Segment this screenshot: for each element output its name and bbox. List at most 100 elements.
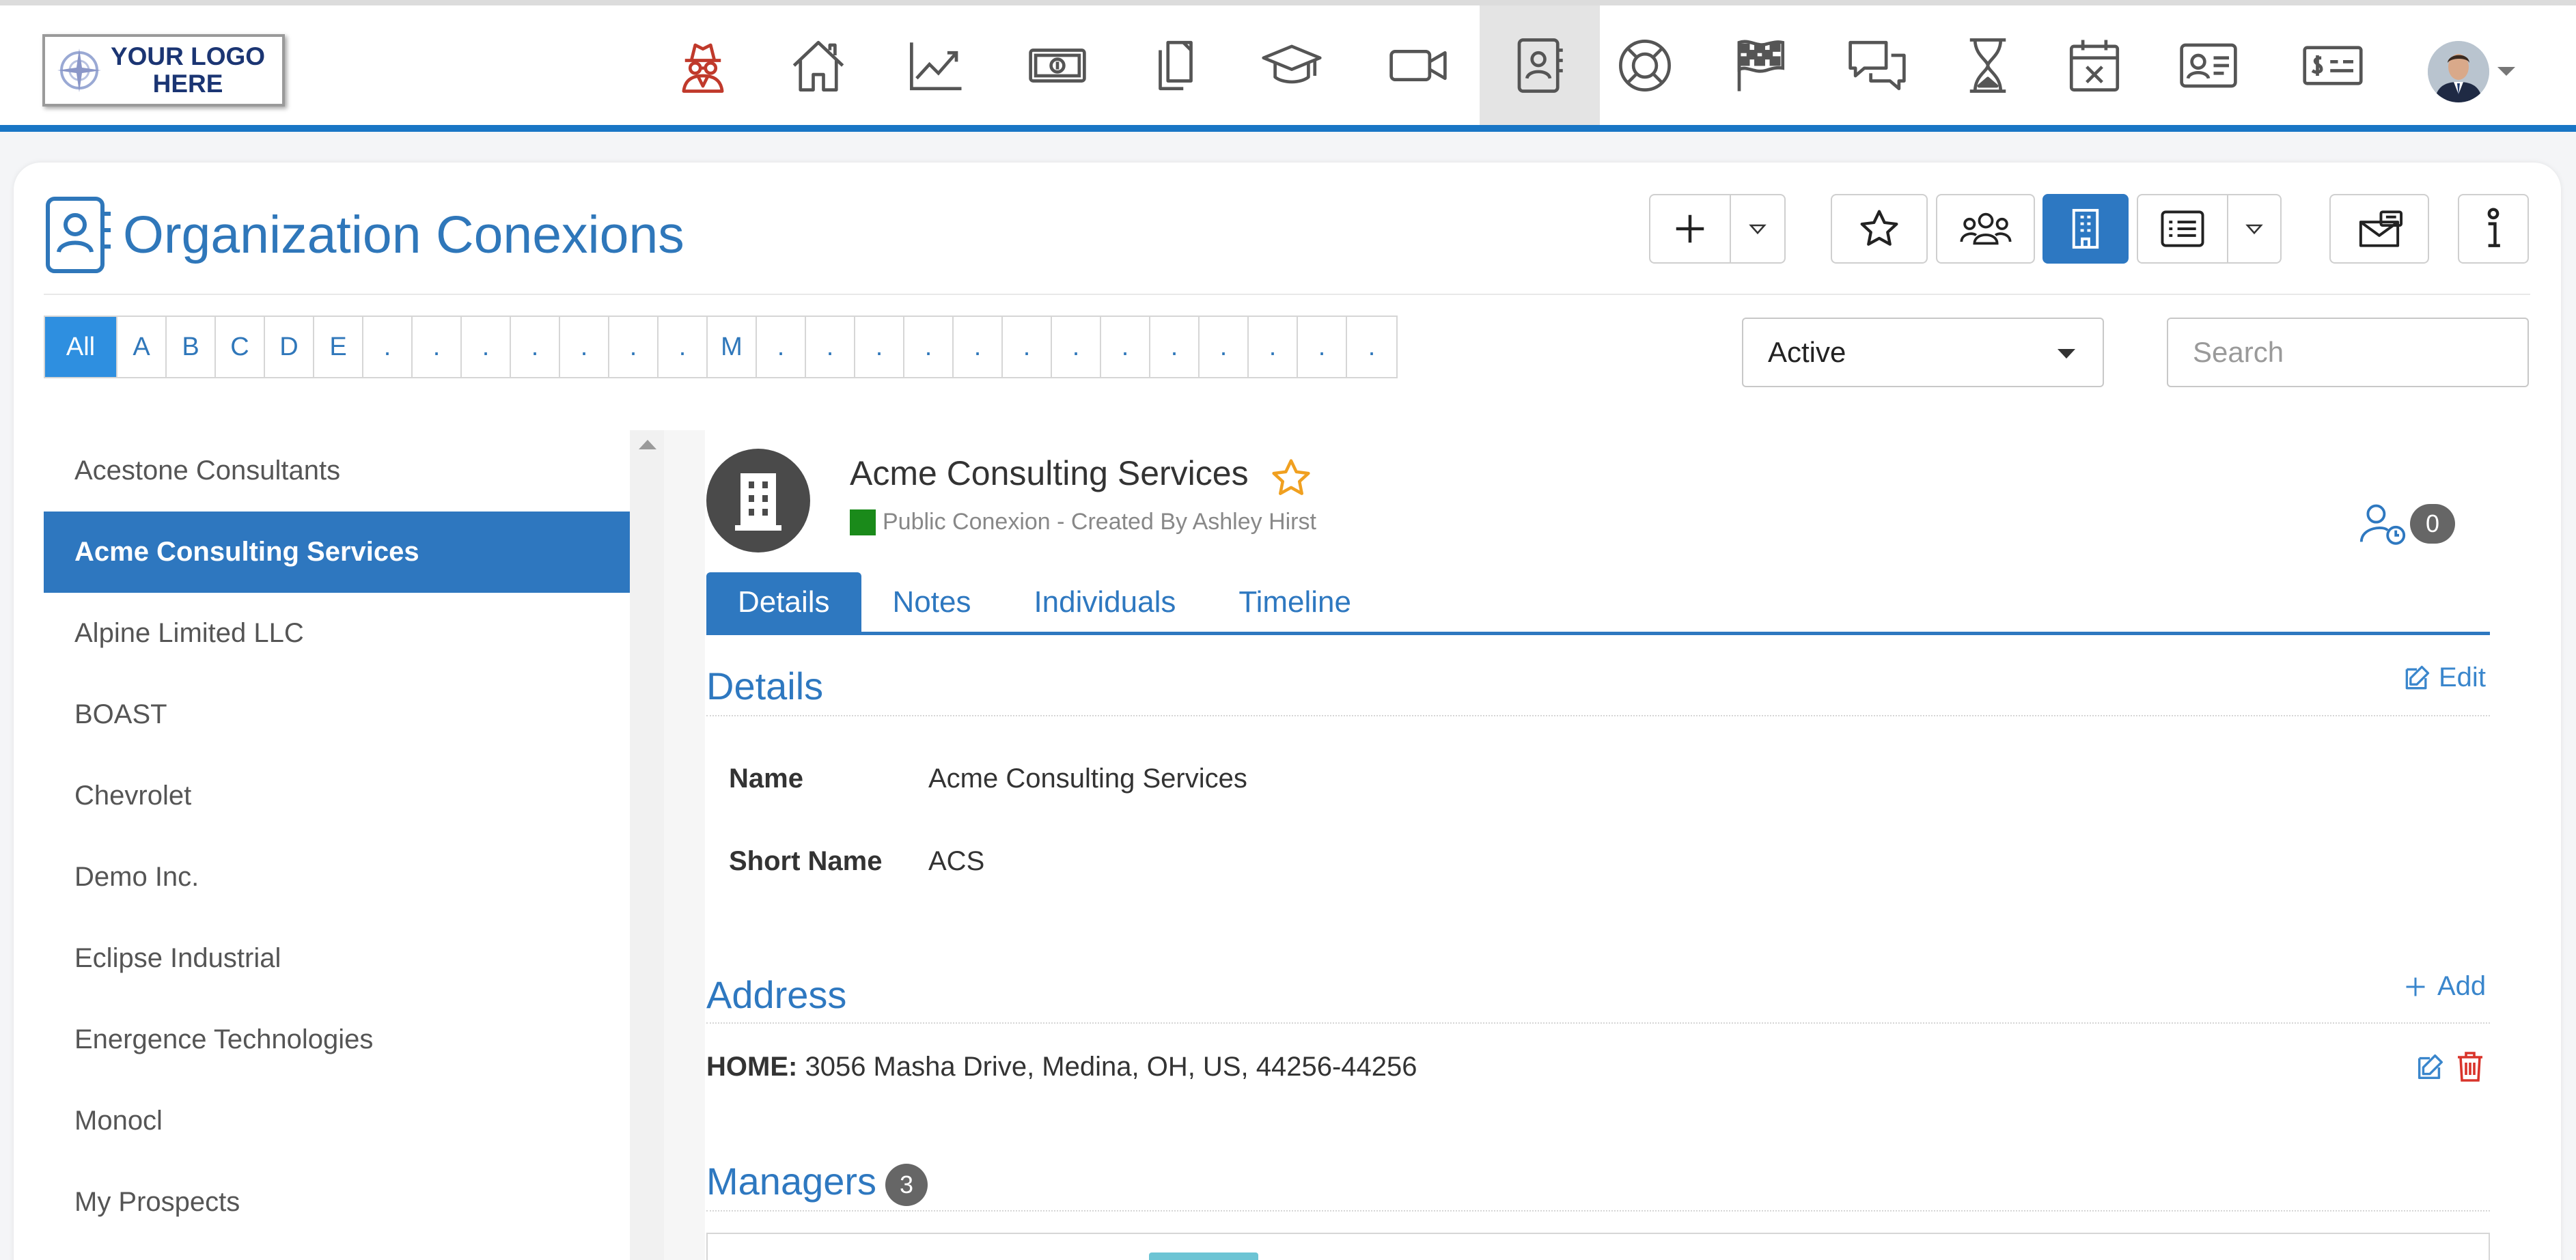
spy-icon [682, 43, 724, 93]
managers-count-badge: 3 [885, 1164, 928, 1206]
alphabet-letter[interactable]: . [1101, 317, 1150, 377]
nav-calendar[interactable] [2034, 5, 2155, 125]
tab-individuals[interactable]: Individuals [1002, 572, 1207, 632]
alphabet-filter: All A B C D E....... M............. [44, 316, 1398, 378]
detail-tabs: Details Notes Individuals Timeline [706, 572, 2490, 635]
alphabet-letter[interactable]: C [216, 317, 265, 377]
add-address-link[interactable]: Add [2403, 971, 2486, 1002]
watchers-button[interactable]: 0 [2358, 502, 2455, 546]
alphabet-letter[interactable]: . [1298, 317, 1347, 377]
nav-support[interactable] [1585, 5, 1705, 125]
search-input[interactable] [2167, 318, 2529, 387]
info-button[interactable] [2458, 194, 2529, 264]
alphabet-letter[interactable]: . [659, 317, 708, 377]
logo-mark-icon [57, 48, 101, 92]
organization-subtitle: Public Conexion - Created By Ashley Hirs… [850, 509, 1316, 535]
alphabet-letter[interactable]: . [1249, 317, 1298, 377]
nav-finance[interactable] [997, 5, 1118, 125]
organization-list-item[interactable]: Chevrolet [44, 755, 630, 837]
alphabet-letter[interactable]: . [904, 317, 954, 377]
address-divider [706, 1022, 2490, 1024]
add-button[interactable] [1649, 194, 1731, 264]
organization-list-item[interactable]: BOAST [44, 674, 630, 755]
nav-training[interactable] [1232, 5, 1352, 125]
company-logo[interactable]: YOUR LOGO HERE [42, 34, 285, 107]
user-avatar[interactable] [2428, 41, 2489, 102]
alphabet-letter[interactable]: . [1200, 317, 1249, 377]
video-camera-icon [1389, 49, 1447, 81]
tab-details[interactable]: Details [706, 572, 861, 632]
nav-spy[interactable] [643, 5, 763, 125]
alphabet-letter[interactable]: M [708, 317, 757, 377]
alphabet-letter[interactable]: . [757, 317, 806, 377]
add-dropdown-button[interactable] [1730, 194, 1786, 264]
nav-documents[interactable] [1116, 5, 1236, 125]
edit-address-button[interactable] [2414, 1052, 2446, 1086]
status-select-value: Active [1768, 336, 1846, 368]
alphabet-letter[interactable]: . [855, 317, 904, 377]
alphabet-letter[interactable]: . [806, 317, 855, 377]
nav-video[interactable] [1358, 5, 1478, 125]
building-icon [2072, 208, 2099, 249]
alphabet-letter[interactable]: . [1052, 317, 1101, 377]
organization-list-item[interactable]: Alpine Limited LLC [44, 593, 630, 674]
organization-list-item[interactable]: Acestone Consultants [44, 430, 630, 512]
caret-down-icon [1749, 224, 1767, 235]
list-view-button[interactable] [2137, 194, 2228, 264]
star-icon [1860, 210, 1898, 246]
organization-list-item[interactable]: Energence Technologies [44, 999, 630, 1080]
list-view-dropdown-button[interactable] [2227, 194, 2282, 264]
organizations-view-button[interactable] [2042, 194, 2129, 264]
organization-list-item[interactable]: Acme Consulting Services [44, 512, 630, 593]
alphabet-letter[interactable]: . [560, 317, 609, 377]
alphabet-letter[interactable]: B [167, 317, 216, 377]
nav-home[interactable] [758, 5, 878, 125]
favorite-star-button[interactable] [1269, 456, 1313, 503]
alphabet-letter[interactable]: . [511, 317, 560, 377]
nav-profile[interactable] [2148, 5, 2269, 125]
alphabet-letter[interactable]: A [117, 317, 167, 377]
tab-timeline[interactable]: Timeline [1207, 572, 1383, 632]
calendar-x-icon [2069, 40, 2120, 92]
alphabet-letter[interactable]: . [413, 317, 462, 377]
organization-list-item[interactable]: My Prospects [44, 1162, 630, 1243]
nav-goals[interactable] [1700, 5, 1820, 125]
alphabet-letter[interactable]: . [363, 317, 413, 377]
alphabet-letter[interactable]: E [314, 317, 363, 377]
add-label: Add [2437, 971, 2487, 1001]
alphabet-letter[interactable]: . [1003, 317, 1052, 377]
organization-list-item[interactable]: Monocl [44, 1080, 630, 1162]
nav-messages[interactable] [1817, 5, 1937, 125]
managers-table-tab[interactable] [1149, 1252, 1258, 1260]
individuals-view-button[interactable] [1936, 194, 2035, 264]
list-scrollbar[interactable] [630, 430, 664, 1260]
edit-label: Edit [2439, 662, 2486, 692]
favorites-filter-button[interactable] [1831, 194, 1928, 264]
nav-conexions[interactable] [1480, 5, 1600, 125]
id-card-icon [2180, 43, 2237, 87]
scroll-up-arrow-icon[interactable] [639, 440, 656, 449]
alphabet-letter[interactable]: . [462, 317, 511, 377]
email-export-button[interactable] [2329, 194, 2429, 264]
alphabet-letter[interactable]: . [1347, 317, 1396, 377]
page-title: Organization Conexions [123, 205, 684, 264]
alphabet-letter[interactable]: D [265, 317, 314, 377]
managers-table [706, 1233, 2490, 1260]
nav-time[interactable] [1928, 5, 2048, 125]
user-menu-caret-icon[interactable] [2497, 67, 2515, 76]
edit-details-link[interactable]: Edit [2402, 662, 2486, 693]
alphabet-letter[interactable]: . [954, 317, 1003, 377]
alphabet-letter[interactable]: All [45, 317, 117, 377]
plus-icon [1676, 214, 1704, 243]
organization-list-item[interactable]: Eclipse Industrial [44, 918, 630, 999]
chat-bubbles-icon [1848, 40, 1906, 90]
alphabet-letter[interactable]: . [609, 317, 659, 377]
alphabet-letter[interactable]: . [1150, 317, 1200, 377]
nav-reports[interactable] [876, 5, 996, 125]
address-type: HOME: [706, 1052, 798, 1082]
organization-list-item[interactable]: Demo Inc. [44, 837, 630, 918]
tab-notes[interactable]: Notes [861, 572, 1003, 632]
delete-address-button[interactable] [2455, 1050, 2485, 1086]
status-select[interactable]: Active [1742, 318, 2104, 387]
nav-billing[interactable] [2273, 5, 2393, 125]
